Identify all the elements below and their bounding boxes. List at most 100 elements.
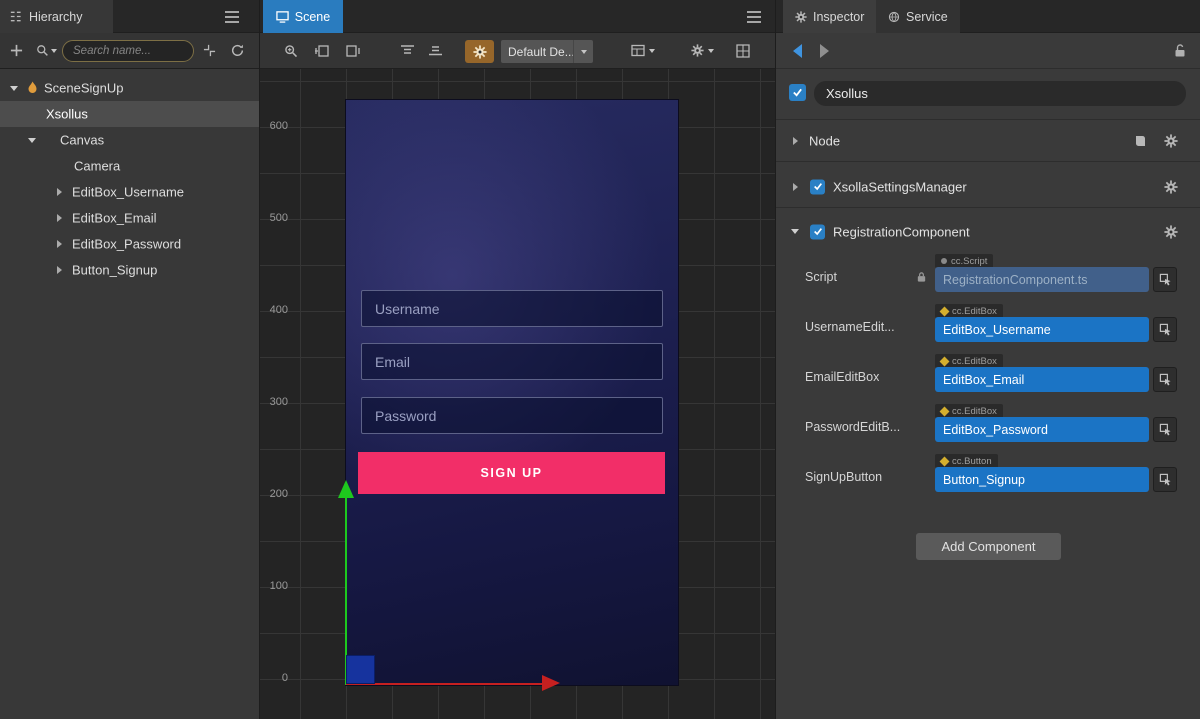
- inspector-panel: Inspector Service Node: [776, 0, 1200, 719]
- node-reference-field[interactable]: Button_Signup: [935, 467, 1149, 492]
- collapse-arrow-icon[interactable]: [57, 214, 62, 222]
- view-settings-button[interactable]: [691, 44, 714, 57]
- collapse-arrow-icon[interactable]: [57, 266, 62, 274]
- node-reference-field[interactable]: EditBox_Username: [935, 317, 1149, 342]
- collapse-arrow-icon[interactable]: [793, 137, 798, 145]
- tab-scene-label: Scene: [295, 10, 330, 24]
- component-registrationcomponent-header[interactable]: RegistrationComponent: [776, 217, 1200, 246]
- reference-picker-button[interactable]: [1153, 267, 1177, 292]
- node-reference-value: EditBox_Username: [943, 323, 1051, 337]
- history-back-icon[interactable]: [793, 44, 802, 58]
- tree-item-button-signup[interactable]: Button_Signup: [0, 257, 259, 283]
- reference-picker-button[interactable]: [1153, 367, 1177, 392]
- component-xsollasettingsmanager-header[interactable]: XsollaSettingsManager: [776, 172, 1200, 201]
- device-dropdown[interactable]: Default De...: [501, 40, 593, 63]
- component-enabled-checkbox[interactable]: [810, 179, 825, 194]
- gear-icon[interactable]: [1164, 180, 1178, 194]
- align-bottom-button[interactable]: [428, 44, 443, 57]
- tree-item-scenesignup[interactable]: SceneSignUp: [0, 75, 259, 101]
- insert-node-after-button[interactable]: [345, 44, 360, 58]
- node-section-header[interactable]: Node: [776, 126, 1200, 155]
- history-forward-icon[interactable]: [820, 44, 829, 58]
- node-name-input[interactable]: [814, 81, 1186, 106]
- tree-item-camera[interactable]: Camera: [0, 153, 259, 179]
- node-active-checkbox[interactable]: [789, 84, 806, 101]
- type-badge-label: cc.EditBox: [952, 306, 997, 317]
- refresh-icon[interactable]: [231, 44, 244, 57]
- property-row-username-editbox: UsernameEdit... cc.EditBox EditBox_Usern…: [776, 303, 1200, 349]
- gizmo-x-axis[interactable]: [346, 683, 542, 685]
- preview-email-placeholder: Email: [375, 354, 410, 370]
- chevron-down-icon: [708, 49, 714, 53]
- hierarchy-toolbar: [0, 33, 259, 69]
- tab-hierarchy[interactable]: Hierarchy: [0, 0, 113, 33]
- scene-view-icon: [276, 10, 289, 23]
- expand-arrow-icon[interactable]: [10, 86, 18, 91]
- tree-item-editbox-email[interactable]: EditBox_Email: [0, 205, 259, 231]
- prefab-book-icon[interactable]: [1134, 134, 1147, 147]
- tree-item-editbox-password[interactable]: EditBox_Password: [0, 231, 259, 257]
- ruler-label: 0: [264, 672, 288, 684]
- collapse-all-icon[interactable]: [203, 44, 216, 57]
- collapse-arrow-icon[interactable]: [57, 240, 62, 248]
- gear-icon[interactable]: [1164, 134, 1178, 148]
- preview-signup-label: SIGN UP: [481, 466, 543, 480]
- gizmo-origin-handle[interactable]: [346, 655, 375, 684]
- reference-picker-button[interactable]: [1153, 317, 1177, 342]
- tree-item-editbox-username[interactable]: EditBox_Username: [0, 179, 259, 205]
- gizmo-settings-button[interactable]: [465, 40, 494, 63]
- collapse-arrow-icon[interactable]: [57, 188, 62, 196]
- preview-email-editbox[interactable]: Email: [361, 343, 663, 380]
- reference-picker-button[interactable]: [1153, 417, 1177, 442]
- unlock-icon[interactable]: [1174, 44, 1186, 57]
- preview-username-editbox[interactable]: Username: [361, 290, 663, 327]
- property-row-script: Script cc.Script RegistrationComponent.t…: [776, 253, 1200, 299]
- ruler-label: 100: [264, 580, 288, 592]
- game-preview[interactable]: Username Email Password SIGN UP: [346, 100, 678, 685]
- node-reference-value: Button_Signup: [943, 473, 1025, 487]
- node-reference-field[interactable]: EditBox_Password: [935, 417, 1149, 442]
- type-badge-label: cc.Button: [952, 456, 992, 467]
- script-reference-field[interactable]: RegistrationComponent.ts: [935, 267, 1149, 292]
- scene-viewport[interactable]: 600 500 400 300 200 100 0 Username Email…: [260, 69, 775, 719]
- property-label: EmailEditBox: [805, 370, 879, 384]
- chevron-down-icon: [649, 49, 655, 53]
- collapse-arrow-icon[interactable]: [793, 183, 798, 191]
- scene-menu-icon[interactable]: [746, 10, 762, 24]
- create-node-button[interactable]: [10, 44, 23, 57]
- tab-inspector[interactable]: Inspector: [783, 0, 876, 33]
- ruler-label: 400: [264, 304, 288, 316]
- expand-arrow-icon[interactable]: [28, 138, 36, 143]
- gizmo-y-axis-arrowhead[interactable]: [338, 480, 354, 498]
- search-filter-button[interactable]: [36, 44, 57, 57]
- layout-dropdown-button[interactable]: [631, 44, 655, 57]
- preview-password-editbox[interactable]: Password: [361, 397, 663, 434]
- tab-scene[interactable]: Scene: [263, 0, 343, 33]
- tree-item-label: EditBox_Email: [72, 211, 157, 226]
- device-dropdown-value: Default De...: [501, 45, 573, 59]
- grid-toggle-button[interactable]: [736, 44, 750, 58]
- preview-signup-button[interactable]: SIGN UP: [358, 452, 665, 494]
- property-label: Script: [805, 270, 837, 284]
- tree-item-label: EditBox_Username: [72, 185, 184, 200]
- hierarchy-menu-icon[interactable]: [224, 10, 240, 24]
- add-component-button[interactable]: Add Component: [916, 533, 1061, 560]
- editbox-type-icon: [940, 356, 950, 366]
- node-reference-field[interactable]: EditBox_Email: [935, 367, 1149, 392]
- ruler-label: 300: [264, 396, 288, 408]
- preview-username-placeholder: Username: [375, 301, 440, 317]
- reference-picker-button[interactable]: [1153, 467, 1177, 492]
- zoom-icon[interactable]: [284, 44, 298, 58]
- scene-toolbar: Default De...: [260, 33, 775, 69]
- insert-node-before-button[interactable]: [315, 44, 330, 58]
- tree-item-xsollus[interactable]: Xsollus: [0, 101, 259, 127]
- expand-arrow-icon[interactable]: [791, 229, 799, 234]
- align-top-button[interactable]: [400, 44, 415, 57]
- tree-item-canvas[interactable]: Canvas: [0, 127, 259, 153]
- component-enabled-checkbox[interactable]: [810, 224, 825, 239]
- gear-icon[interactable]: [1164, 225, 1178, 239]
- divider: [776, 161, 1200, 162]
- tab-service[interactable]: Service: [876, 0, 960, 33]
- gizmo-x-axis-arrowhead[interactable]: [542, 675, 560, 691]
- search-input[interactable]: [62, 40, 194, 62]
